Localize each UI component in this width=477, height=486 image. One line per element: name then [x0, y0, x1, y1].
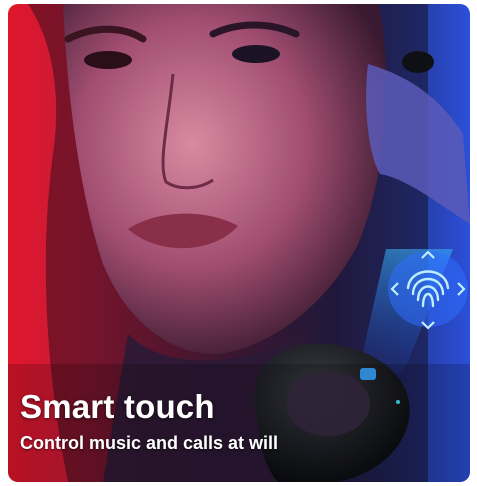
touch-glow: [388, 251, 468, 327]
headline: Smart touch: [20, 388, 215, 425]
product-image: Smart touch Control music and calls at w…: [8, 4, 470, 482]
right-eye: [232, 45, 280, 63]
subline: Control music and calls at will: [20, 433, 279, 453]
earbud-in-ear: [402, 51, 434, 73]
left-eye: [84, 51, 132, 69]
